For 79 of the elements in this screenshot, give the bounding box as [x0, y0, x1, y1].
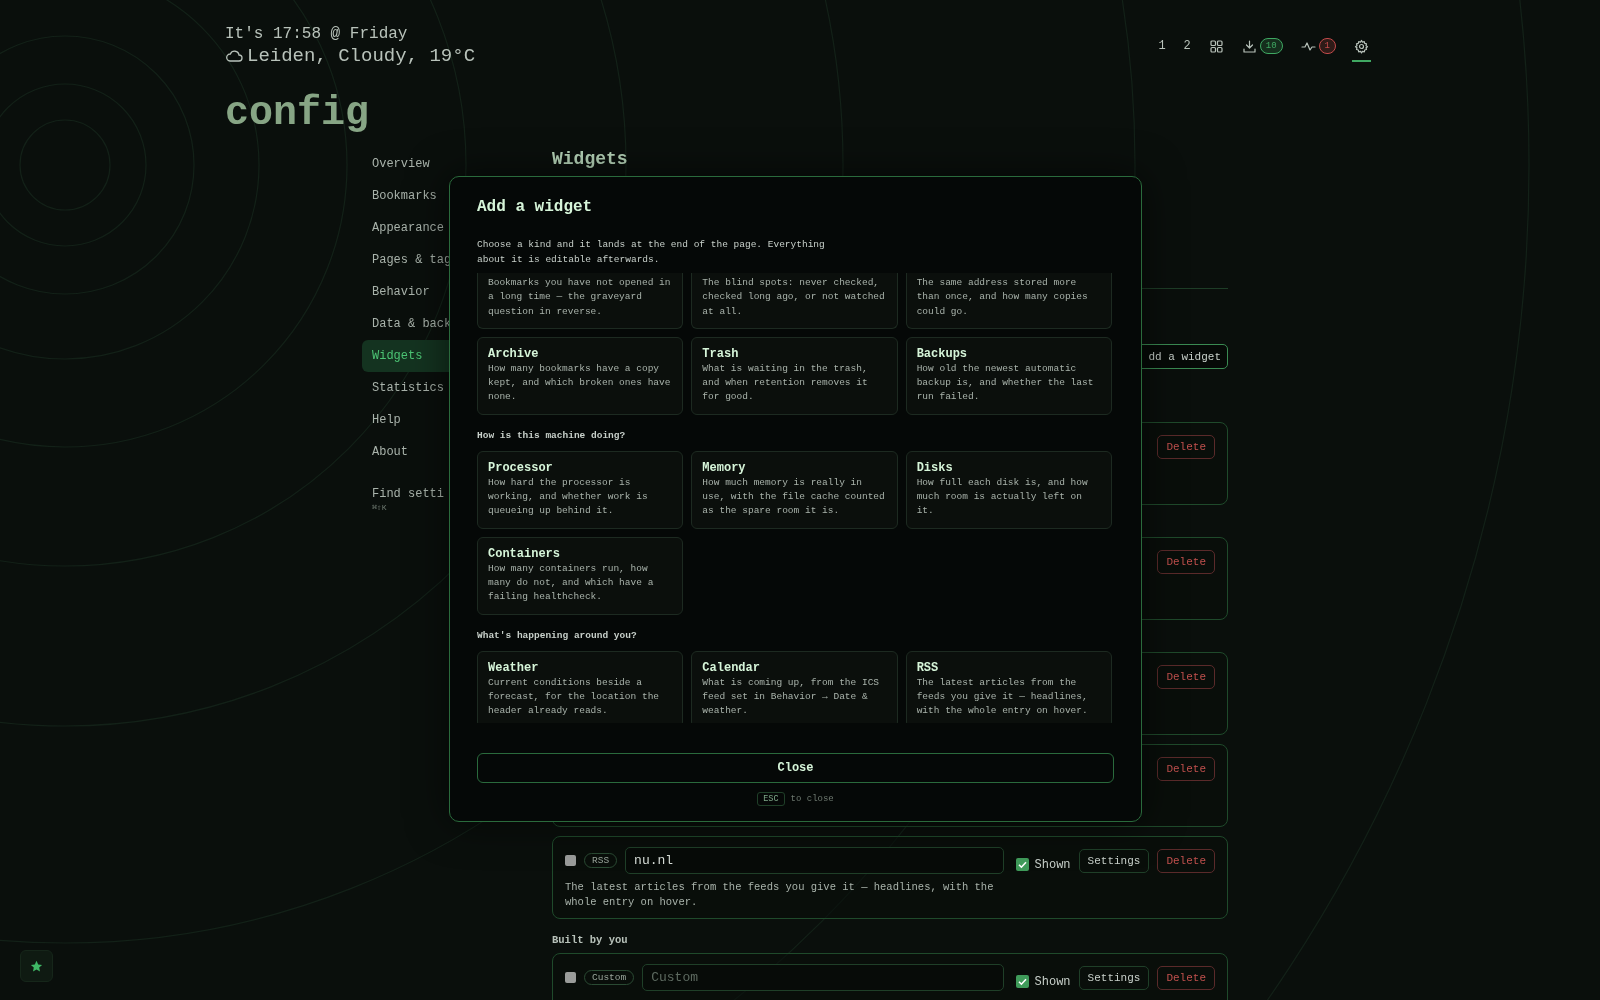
settings-icon	[1354, 38, 1369, 54]
checkbox[interactable]	[565, 855, 576, 866]
option-description: The same address stored more than once, and how many copies could go.	[916, 276, 1089, 319]
key-hint: ESC	[757, 792, 785, 806]
checkbox[interactable]	[565, 972, 576, 983]
widget-option[interactable]: Archive How many bookmarks have a copy kept, and which broken ones have none.	[477, 336, 684, 415]
widget-option[interactable]: Bookmarks you have not opened in a long time — the graveyard question in reverse.	[477, 273, 684, 329]
option-title: Archive	[488, 345, 540, 362]
option-description: How many containers run, how many do not, and which have a failing healthcheck.	[488, 561, 655, 605]
widget-description: The latest articles from the feeds you give it — headlines, with the whole entry on hover.	[565, 880, 995, 910]
count-badge: 1	[1318, 38, 1336, 54]
widget-option[interactable]: Disks How full each disk is, and how much room is actually left on it.	[905, 450, 1112, 529]
settings-button[interactable]: Settings	[1078, 848, 1150, 873]
widget-option[interactable]: The blind spots: never checked, checked long ago, or not watched at all.	[691, 273, 898, 329]
checkbox[interactable]	[1015, 858, 1029, 871]
option-title: RSS	[916, 659, 940, 676]
option-description: Current conditions beside a forecast, for the location the header already reads.	[488, 675, 661, 719]
page-link[interactable]: 1	[1156, 37, 1168, 61]
grid-icon	[1208, 38, 1224, 54]
option-title: Weather	[488, 659, 540, 676]
settings-button[interactable]: Settings	[1078, 965, 1150, 990]
group-heading: Built by you	[552, 933, 629, 947]
delete-button[interactable]: Delete	[1157, 965, 1215, 990]
widget-option[interactable]: Containers How many containers run, how many do not, and which have a failing healthcheck.	[477, 536, 684, 615]
option-description: The blind spots: never checked, checked long ago, or not watched at all.	[702, 276, 886, 319]
star-button[interactable]	[20, 950, 53, 982]
cloud-icon	[225, 49, 243, 63]
option-title: Calendar	[702, 659, 761, 676]
page-title: config	[225, 90, 371, 138]
group-heading: What's happening around you?	[477, 628, 638, 643]
widget-option[interactable]: RSS The latest articles from the feeds you give it — headlines, with the whole entry on hover.	[905, 650, 1112, 723]
widget-option[interactable]: Memory How much memory is really in use, with the file cache counted as the spare room it is.	[691, 450, 898, 529]
dialog-description: Choose a kind and it lands at the end of the page. Everything about it is editable afterwards.	[477, 238, 826, 267]
option-title: Processor	[488, 459, 554, 476]
weather-text: Leiden, Cloudy, 19°C	[247, 44, 476, 68]
option-description: How hard the processor is working, and whether work is queueing up behind it.	[488, 475, 649, 519]
name-field[interactable]: Custom	[642, 964, 1004, 991]
delete-button[interactable]: Delete	[1157, 664, 1215, 689]
count-badge: 10	[1259, 38, 1283, 54]
widget-option[interactable]: Processor How hard the processor is working, and whether work is queueing up behind it.	[477, 450, 684, 529]
option-title: Trash	[702, 345, 740, 362]
delete-button[interactable]: Delete	[1157, 756, 1215, 781]
shortcut-hint: ⌘⇧K	[371, 503, 388, 512]
close-button[interactable]: Close	[477, 753, 1114, 783]
shown-label: Shown	[1034, 857, 1071, 872]
dialog-title: Add a widget	[477, 197, 594, 218]
delete-button[interactable]: Delete	[1157, 549, 1215, 574]
activity-link[interactable]: 1	[1298, 36, 1338, 62]
widget-option[interactable]: Calendar What is coming up, from the ICS feed set in Behavior → Date & weather.	[691, 650, 898, 723]
option-title: Disks	[916, 459, 954, 476]
shown-label: Shown	[1034, 974, 1071, 989]
delete-button[interactable]: Delete	[1157, 848, 1215, 873]
sidebar-item[interactable]: Overview	[362, 148, 462, 180]
checkbox[interactable]	[1015, 975, 1029, 988]
option-description: What is waiting in the trash, and when retention removes it for good.	[702, 361, 869, 405]
section-title: Widgets	[552, 148, 629, 170]
option-description: Bookmarks you have not opened in a long time — the graveyard question in reverse.	[488, 276, 672, 319]
option-title: Memory	[702, 459, 747, 476]
delete-button[interactable]: Delete	[1157, 434, 1215, 459]
group-heading: How is this machine doing?	[477, 428, 627, 443]
downloads-link[interactable]: 10	[1239, 36, 1285, 62]
widget-option[interactable]: Trash What is waiting in the trash, and when retention removes it for good.	[691, 336, 898, 415]
option-description: The latest articles from the feeds you give it — headlines, with the whole entry on hover.	[916, 675, 1089, 719]
option-title: Backups	[916, 345, 969, 362]
download-icon	[1241, 38, 1257, 54]
option-description: How many bookmarks have a copy kept, and which broken ones have none.	[488, 361, 672, 405]
option-description: How old the newest automatic backup is, and whether the last run failed.	[916, 361, 1095, 405]
option-description: What is coming up, from the ICS feed set in Behavior → Date & weather.	[702, 675, 881, 719]
widget-option[interactable]: Backups How old the newest automatic backup is, and whether the last run failed.	[905, 336, 1112, 415]
hint-text: to close	[790, 794, 834, 804]
option-title: Containers	[488, 545, 561, 562]
star-icon	[30, 959, 43, 973]
option-description: How full each disk is, and how much room is actually left on it.	[916, 475, 1089, 519]
page-link[interactable]: 2	[1181, 37, 1193, 61]
widget-option[interactable]: The same address stored more than once, and how many copies could go.	[905, 273, 1112, 329]
clock-text: It's 17:58 @ Friday	[225, 24, 409, 44]
name-field[interactable]: nu.nl	[625, 847, 1004, 874]
option-description: How much memory is really in use, with the file cache counted as the spare room it is.	[702, 475, 886, 519]
widget-option[interactable]: Weather Current conditions beside a forecast, for the location the header already reads.	[477, 650, 684, 723]
